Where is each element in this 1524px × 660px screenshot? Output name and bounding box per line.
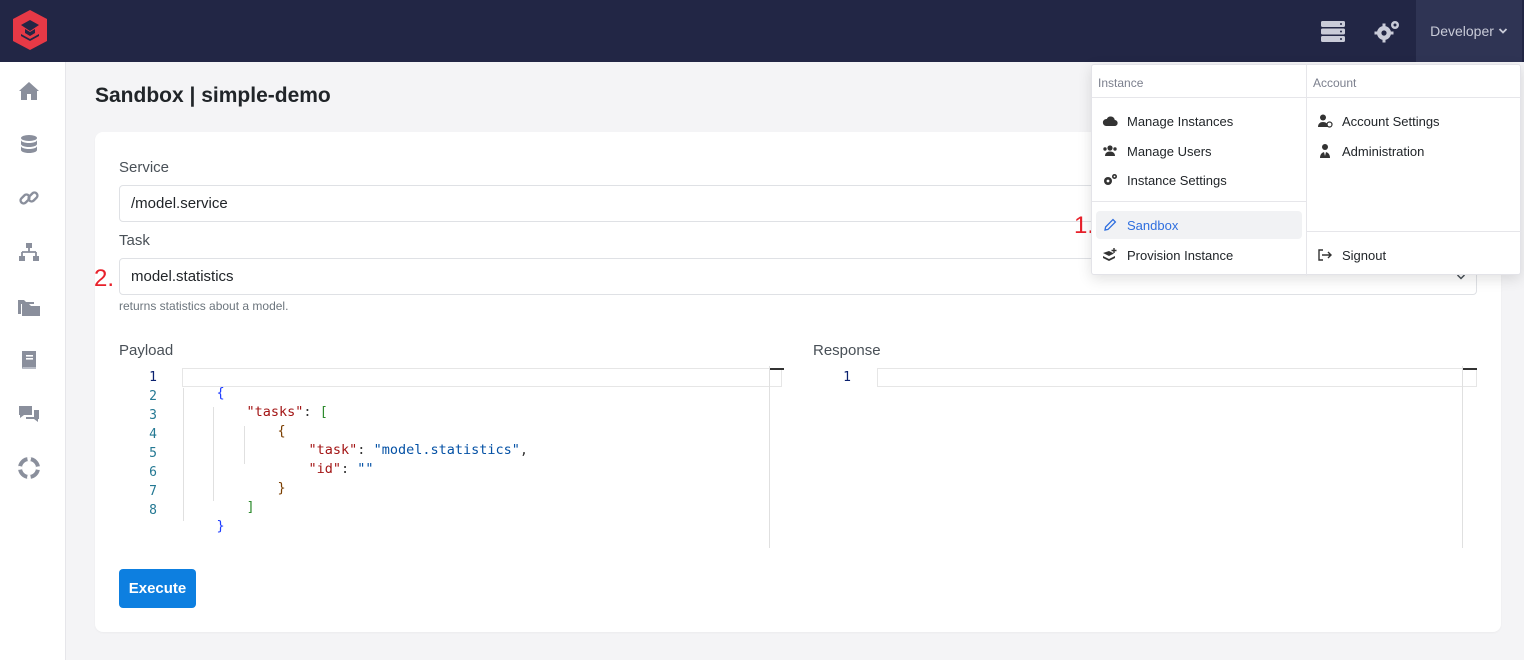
user-tie-icon bbox=[1320, 144, 1330, 158]
line-number: 7 bbox=[149, 484, 157, 499]
menu-item-label: Manage Instances bbox=[1127, 113, 1234, 129]
menu-item-account-settings[interactable]: Account Settings bbox=[1317, 107, 1517, 135]
line-number: 4 bbox=[149, 427, 157, 442]
code-line: } bbox=[184, 502, 225, 550]
pencil-icon bbox=[1104, 218, 1117, 231]
editor-ruler bbox=[1462, 366, 1463, 548]
servers-icon[interactable] bbox=[1318, 16, 1348, 46]
editor-ruler bbox=[769, 366, 770, 548]
sidebar bbox=[0, 62, 66, 660]
database-icon[interactable] bbox=[17, 133, 41, 157]
payload-label: Payload bbox=[119, 342, 174, 359]
home-icon[interactable] bbox=[17, 79, 41, 103]
menu-item-label: Administration bbox=[1342, 143, 1425, 159]
line-number: 1 bbox=[149, 370, 157, 385]
task-hint: returns statistics about a model. bbox=[119, 299, 289, 313]
scrollbar-marker bbox=[1463, 368, 1477, 370]
line-number: 5 bbox=[149, 446, 157, 461]
comments-icon[interactable] bbox=[17, 402, 41, 426]
code-token: } bbox=[277, 480, 286, 496]
menu-item-manage-instances[interactable]: Manage Instances bbox=[1102, 107, 1302, 135]
top-navbar: Developer bbox=[0, 0, 1524, 62]
menu-item-administration[interactable]: Administration bbox=[1317, 137, 1517, 165]
code-token: : bbox=[303, 404, 320, 420]
cloud-icon bbox=[1102, 116, 1118, 127]
menu-divider bbox=[1092, 97, 1522, 98]
gears-icon[interactable] bbox=[1372, 16, 1402, 46]
current-line-highlight bbox=[877, 368, 1477, 387]
code-token: "model.statistics" bbox=[373, 442, 520, 458]
menu-item-manage-users[interactable]: Manage Users bbox=[1102, 137, 1302, 165]
gears-icon bbox=[1104, 174, 1117, 185]
instance-section-header: Instance bbox=[1098, 76, 1144, 90]
current-line-highlight bbox=[182, 368, 782, 387]
developer-menu-button[interactable]: Developer bbox=[1416, 0, 1522, 62]
code-token: "id" bbox=[308, 461, 342, 477]
developer-dropdown-menu: Instance Account Manage Instances Manage… bbox=[1091, 64, 1522, 276]
payload-editor[interactable]: 1 2 3 4 5 6 7 8 { "tasks": [ { "task": "… bbox=[119, 366, 784, 548]
code-token: , bbox=[519, 442, 529, 458]
line-number: 3 bbox=[149, 408, 157, 423]
menu-item-label: Account Settings bbox=[1342, 113, 1440, 129]
menu-item-signout[interactable]: Signout bbox=[1317, 241, 1517, 269]
response-label: Response bbox=[813, 342, 881, 359]
users-icon bbox=[1103, 145, 1117, 156]
code-token: "" bbox=[357, 461, 374, 477]
menu-item-provision-instance[interactable]: Provision Instance bbox=[1102, 241, 1302, 269]
chevron-down-icon bbox=[1498, 28, 1508, 34]
sitemap-icon[interactable] bbox=[17, 241, 41, 265]
menu-item-label: Provision Instance bbox=[1127, 247, 1234, 263]
scrollbar-marker bbox=[770, 368, 784, 370]
response-editor[interactable]: 1 bbox=[813, 366, 1478, 548]
menu-item-instance-settings[interactable]: Instance Settings bbox=[1102, 166, 1302, 194]
code-token: [ bbox=[319, 404, 328, 420]
menu-item-sandbox[interactable]: Sandbox bbox=[1096, 211, 1302, 239]
code-token: : bbox=[341, 461, 358, 477]
logo-icon[interactable] bbox=[10, 8, 50, 52]
menu-item-label: Instance Settings bbox=[1127, 172, 1227, 188]
code-token: ] bbox=[246, 499, 255, 515]
menu-divider bbox=[1306, 231, 1522, 232]
menu-item-label: Signout bbox=[1342, 247, 1387, 263]
line-number: 1 bbox=[843, 370, 851, 385]
sign-out-icon bbox=[1318, 249, 1332, 261]
user-gear-icon bbox=[1318, 114, 1333, 128]
link-icon[interactable] bbox=[17, 186, 41, 210]
lifebuoy-icon[interactable] bbox=[17, 456, 41, 480]
menu-item-label: Sandbox bbox=[1127, 217, 1179, 233]
service-label: Service bbox=[119, 159, 170, 176]
line-number: 8 bbox=[149, 503, 157, 518]
annotation-step-2: 2. bbox=[94, 265, 115, 292]
line-number: 2 bbox=[149, 389, 157, 404]
execute-button[interactable]: Execute bbox=[119, 569, 196, 608]
code-token: } bbox=[216, 518, 225, 534]
menu-item-label: Manage Users bbox=[1127, 143, 1212, 159]
layers-add-icon bbox=[1103, 248, 1117, 261]
folders-icon[interactable] bbox=[17, 294, 41, 318]
service-value: /model.service bbox=[131, 195, 228, 212]
line-number: 6 bbox=[149, 465, 157, 480]
account-section-header: Account bbox=[1313, 76, 1357, 90]
task-value: model.statistics bbox=[131, 268, 234, 285]
developer-label: Developer bbox=[1430, 23, 1494, 39]
menu-divider bbox=[1092, 201, 1306, 202]
code-line: "id": "" bbox=[276, 445, 374, 493]
task-label: Task bbox=[119, 232, 150, 249]
page-title: Sandbox | simple-demo bbox=[95, 84, 331, 107]
book-icon[interactable] bbox=[17, 348, 41, 372]
